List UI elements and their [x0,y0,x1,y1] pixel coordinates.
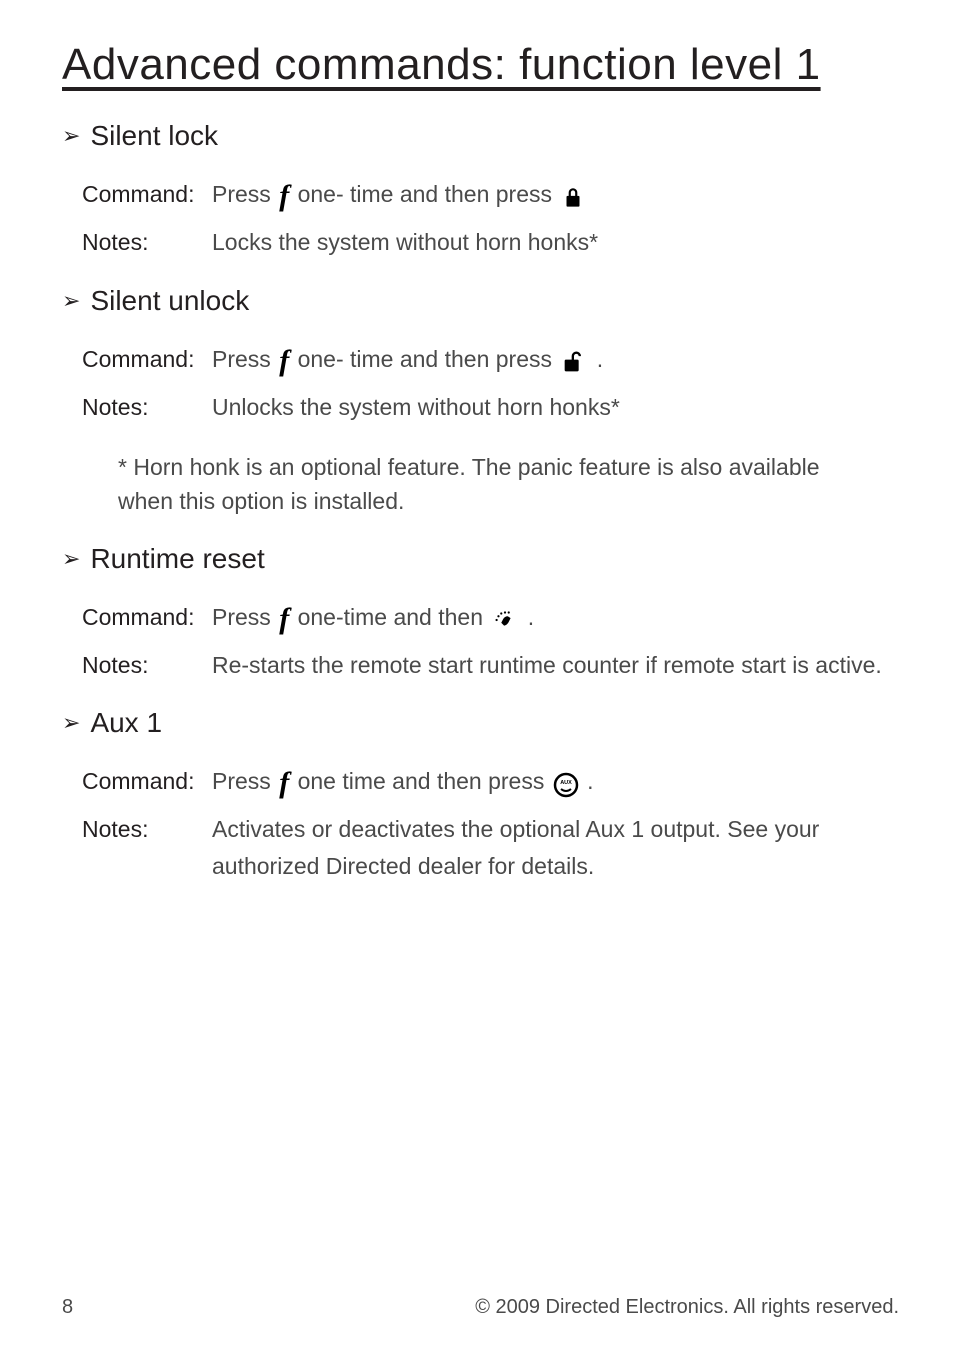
command-row: Command: Press f one-time and then . [82,595,899,643]
command-content: Press f one- time and then press . [212,337,899,385]
notes-content: Activates or deactivates the optional Au… [212,811,899,885]
arrow-icon: ➢ [62,288,80,314]
section-heading-text: Runtime reset [90,543,264,575]
runtime-reset-block: Command: Press f one-time and then . Not… [82,595,899,684]
aux1-block: Command: Press f one time and then press… [82,759,899,885]
command-row: Command: Press f one- time and then pres… [82,172,899,220]
page-title: Advanced commands: function level 1 [62,40,899,90]
copyright-text: © 2009 Directed Electronics. All rights … [475,1296,899,1319]
command-label: Command: [82,763,212,800]
remote-start-icon [491,600,519,637]
notes-row: Notes: Re-starts the remote start runtim… [82,647,899,684]
silent-unlock-block: Command: Press f one- time and then pres… [82,337,899,426]
arrow-icon: ➢ [62,546,80,572]
f-icon: f [279,172,289,220]
notes-label: Notes: [82,647,212,684]
svg-text:AUX: AUX [560,780,572,786]
footer: 8 © 2009 Directed Electronics. All right… [62,1296,899,1319]
section-heading-text: Silent lock [90,120,218,152]
command-row: Command: Press f one- time and then pres… [82,337,899,385]
aux-icon: AUX [553,765,579,802]
f-icon: f [279,337,289,385]
notes-content: Locks the system without horn honks* [212,224,899,261]
command-label: Command: [82,341,212,378]
lock-icon [560,178,586,215]
section-runtime-reset: ➢ Runtime reset [62,543,899,575]
notes-row: Notes: Unlocks the system without horn h… [82,389,899,426]
notes-content: Re-starts the remote start runtime count… [212,647,899,684]
silent-lock-block: Command: Press f one- time and then pres… [82,172,899,261]
command-content: Press f one time and then press AUX . [212,759,899,807]
page-number: 8 [62,1296,73,1319]
notes-label: Notes: [82,389,212,426]
section-heading-text: Silent unlock [90,285,249,317]
command-content: Press f one-time and then . [212,595,899,643]
section-heading-text: Aux 1 [90,707,162,739]
notes-content: Unlocks the system without horn honks* [212,389,899,426]
command-row: Command: Press f one time and then press… [82,759,899,807]
command-label: Command: [82,176,212,213]
command-content: Press f one- time and then press [212,172,899,220]
f-icon: f [279,759,289,807]
footnote-text: * Horn honk is an optional feature. The … [118,450,859,519]
section-aux1: ➢ Aux 1 [62,707,899,739]
notes-row: Notes: Locks the system without horn hon… [82,224,899,261]
notes-row: Notes: Activates or deactivates the opti… [82,811,899,885]
arrow-icon: ➢ [62,123,80,149]
arrow-icon: ➢ [62,710,80,736]
command-label: Command: [82,599,212,636]
unlock-icon [560,342,588,379]
section-silent-lock: ➢ Silent lock [62,120,899,152]
f-icon: f [279,595,289,643]
notes-label: Notes: [82,224,212,261]
notes-label: Notes: [82,811,212,848]
section-silent-unlock: ➢ Silent unlock [62,285,899,317]
